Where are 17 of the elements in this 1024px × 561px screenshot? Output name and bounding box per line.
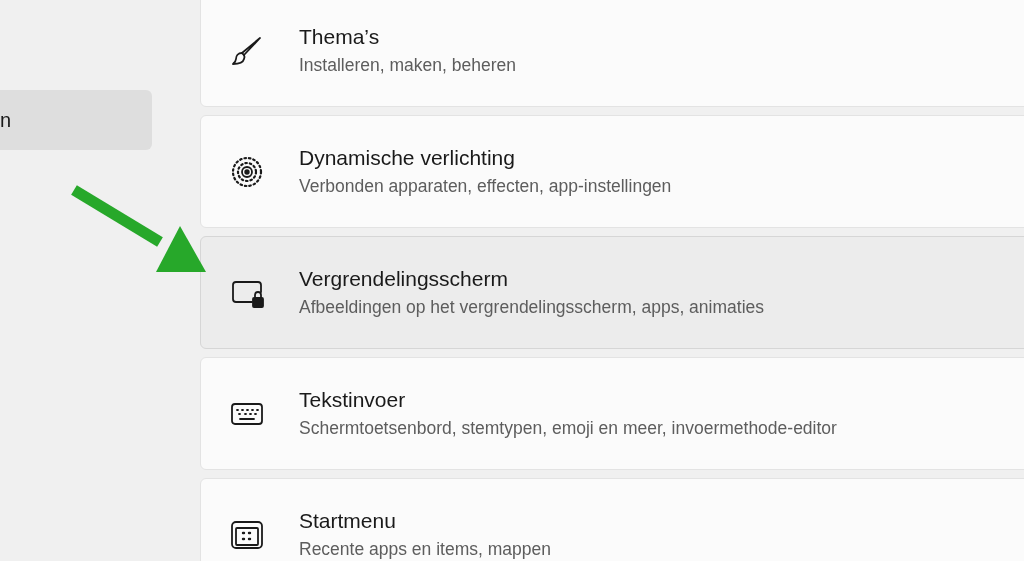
card-title: Vergrendelingsscherm bbox=[299, 267, 509, 291]
sun-icon bbox=[230, 154, 264, 189]
card-subtitle: Afbeeldingen op het vergrendelingsscherm, apps, animaties bbox=[299, 297, 764, 318]
card-subtitle: Recente apps en items, mappen bbox=[299, 539, 551, 560]
settings-card[interactable]: Vergrendelingsscherm Afbeeldingen op het vergrendelingsscherm, apps, animaties bbox=[200, 236, 1024, 349]
settings-card[interactable]: Dynamische verlichting Verbonden apparaten, effecten, app-instellingen bbox=[200, 115, 1024, 228]
card-title: Thema’s bbox=[299, 25, 381, 49]
settings-card[interactable]: Thema’s Installeren, maken, beheren bbox=[200, 0, 1024, 107]
settings-card[interactable]: Startmenu Recente apps en items, mappen bbox=[200, 478, 1024, 561]
card-subtitle: Verbonden apparaten, effecten, app-instellingen bbox=[299, 176, 672, 197]
sidebar-item[interactable]: n bbox=[0, 90, 152, 150]
card-title: Tekstinvoer bbox=[299, 388, 407, 412]
card-title: Dynamische verlichting bbox=[299, 146, 516, 170]
card-subtitle: Schermtoetsenbord, stemtypen, emoji en meer, invoermethode-editor bbox=[299, 418, 837, 439]
card-subtitle: Installeren, maken, beheren bbox=[299, 55, 516, 76]
settings-card[interactable]: Tekstinvoer Schermtoetsenbord, stemtypen, emoji en meer, invoermethode-editor bbox=[200, 357, 1024, 470]
card-title: Startmenu bbox=[299, 509, 397, 533]
